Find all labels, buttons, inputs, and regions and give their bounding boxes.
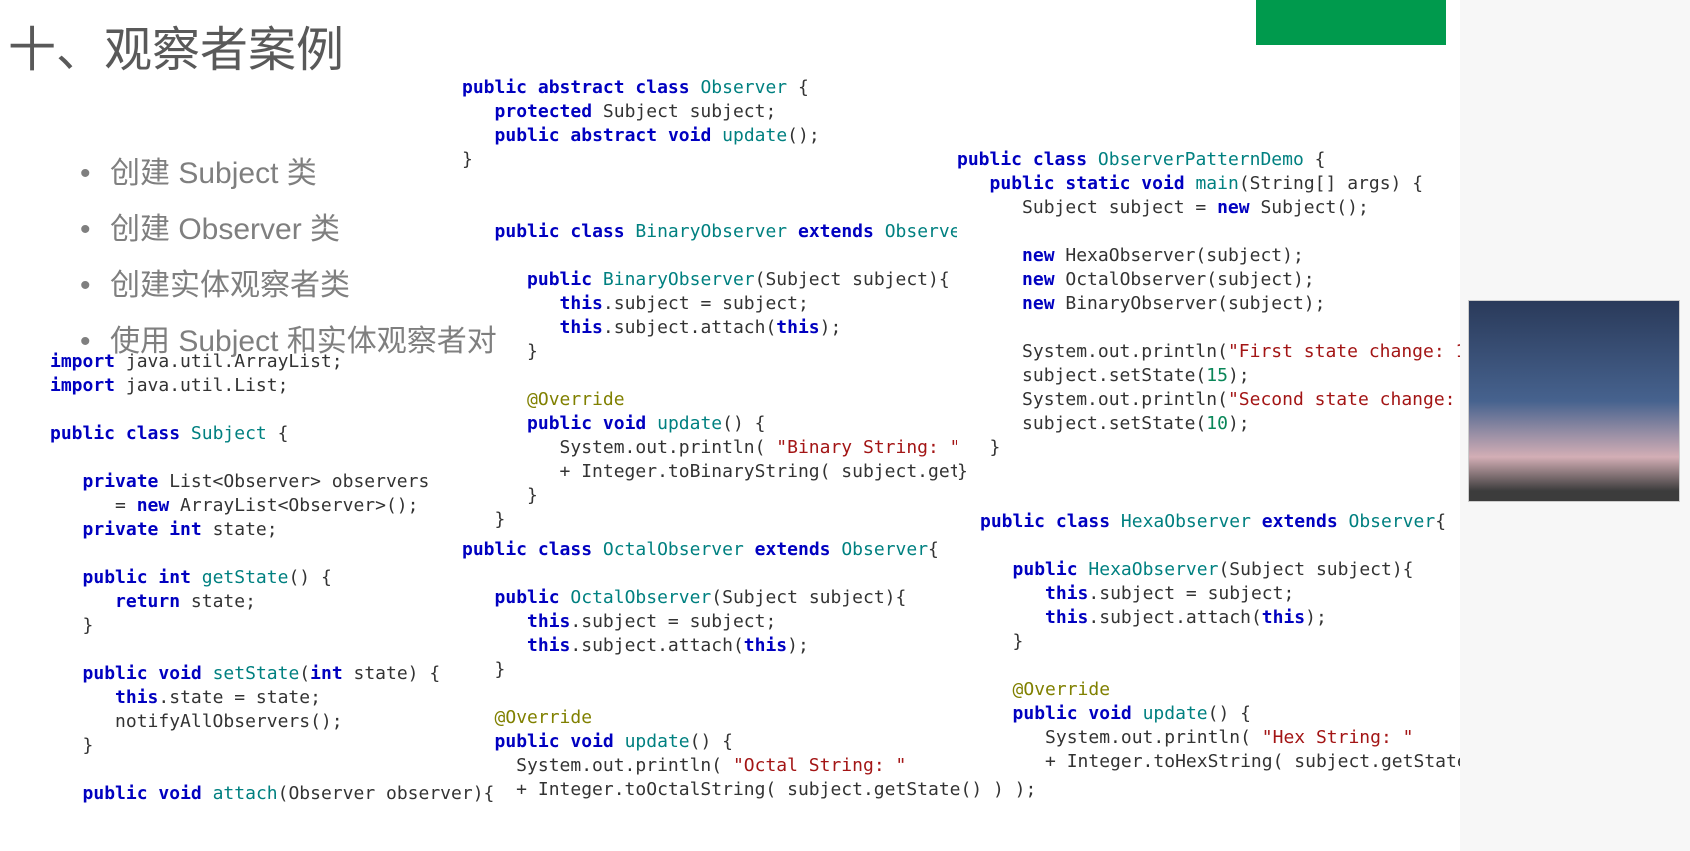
side-image	[1468, 300, 1680, 502]
accent-bar	[1256, 0, 1446, 45]
code-octal: public class OctalObserver extends Obser…	[462, 538, 1036, 802]
bullet-list: 创建 Subject 类 创建 Observer 类 创建实体观察者类 使用 S…	[40, 146, 497, 370]
bullet-item: 创建 Observer 类	[80, 202, 497, 258]
bullet-item: 创建实体观察者类	[80, 258, 497, 314]
bullet-item: 创建 Subject 类	[80, 146, 497, 202]
code-subject: import java.util.ArrayList; import java.…	[50, 350, 494, 806]
slide: 十、观察者案例 创建 Subject 类 创建 Observer 类 创建实体观…	[0, 0, 1460, 851]
code-demo: public class ObserverPatternDemo { publi…	[957, 148, 1529, 484]
code-observer: public abstract class Observer { protect…	[462, 76, 993, 532]
slide-title: 十、观察者案例	[8, 10, 344, 80]
